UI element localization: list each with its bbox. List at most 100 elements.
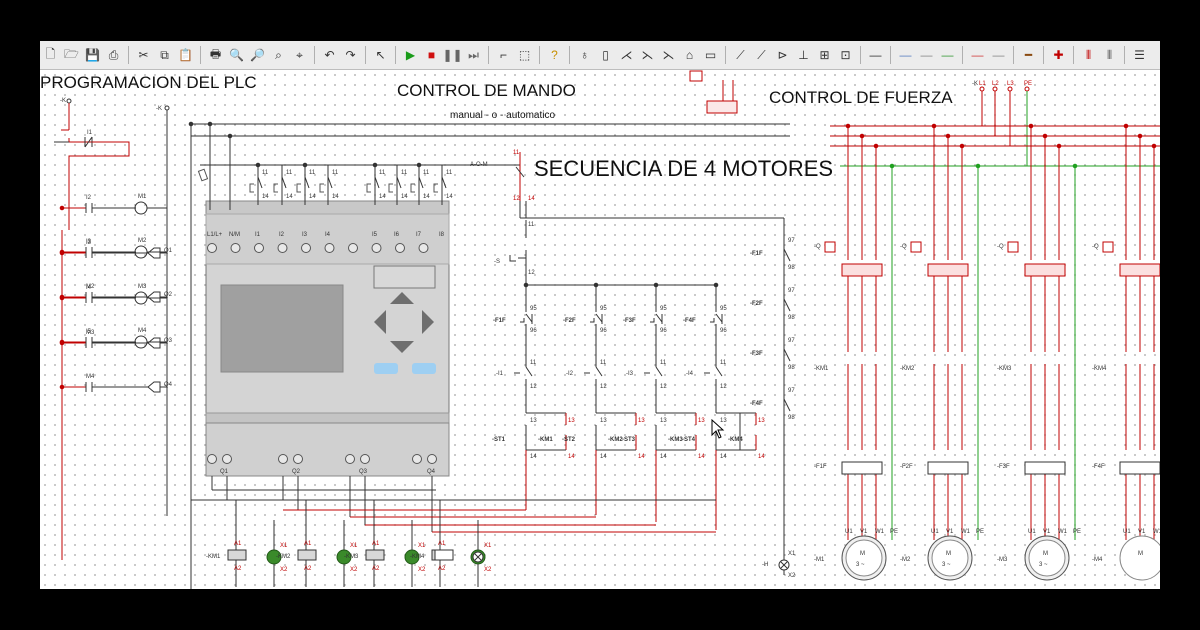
plc-output-block	[205, 422, 450, 477]
toolbar-separator	[725, 46, 726, 64]
help-icon[interactable]: ?	[545, 45, 564, 65]
breaker-block	[927, 263, 969, 277]
wire	[783, 398, 791, 412]
junction-dot	[255, 162, 261, 168]
plc-input-terminal	[324, 243, 335, 253]
pin-label: 13	[698, 418, 705, 424]
wire	[783, 298, 791, 312]
plc-input-terminal	[348, 243, 358, 253]
thermal-relay-block	[841, 461, 883, 475]
push-button-actuator	[433, 183, 438, 193]
junction-dot	[207, 121, 213, 127]
fuse-tool-icon[interactable]: ▯	[596, 45, 615, 65]
pin-label: 98	[788, 415, 795, 421]
ladder-coil-label: M4	[138, 328, 147, 334]
schematic-canvas[interactable]: -K -K I1 I2 M1 I3 Q1 I3 M2 M2 Q2 I4 M3 M3 Q3 I5 M4 M4 Q4 L1…	[40, 70, 1160, 589]
contact-no-tool-icon[interactable]: ⟋	[731, 45, 750, 65]
timer-tool-icon[interactable]: ⊡	[836, 45, 855, 65]
wire-gray3-icon[interactable]: —	[989, 45, 1008, 65]
new-file-icon[interactable]: 🗋	[41, 45, 60, 65]
power-control-title: CONTROL DE FUERZA	[769, 88, 953, 107]
copy-icon[interactable]: ⧉	[155, 45, 174, 65]
plc-input-terminal	[207, 243, 217, 253]
zoom-fit-icon[interactable]: ⌕	[269, 45, 288, 65]
pin-label: 12	[720, 384, 727, 390]
breaker-handle	[1007, 241, 1019, 253]
thermal-relay-label: -F4F	[1092, 464, 1105, 470]
node-icon[interactable]: ✚	[1049, 45, 1068, 65]
wire-gray2-icon[interactable]: —	[917, 45, 936, 65]
undo-icon[interactable]: ↶	[320, 45, 339, 65]
junction-tool-icon[interactable]: ⊥	[794, 45, 813, 65]
pause-icon[interactable]: ❚❚	[442, 45, 462, 65]
contact-nc2-tool-icon[interactable]: ⋋	[659, 45, 678, 65]
breaker-handle	[1102, 241, 1114, 253]
pin-label: 14	[758, 454, 765, 460]
wire-red-icon[interactable]: —	[968, 45, 987, 65]
wire-brown-icon[interactable]: ━	[1019, 45, 1038, 65]
relay-tool-icon[interactable]: ▭	[701, 45, 720, 65]
ladder-output-coil	[147, 337, 161, 349]
wire-green-icon[interactable]: —	[938, 45, 957, 65]
junction-dot	[959, 143, 965, 149]
junction-dot	[59, 205, 65, 211]
redo-icon[interactable]: ↷	[341, 45, 360, 65]
pin-label: 96	[600, 328, 607, 334]
play-icon[interactable]: ▶	[401, 45, 420, 65]
pin-label: X2	[788, 573, 796, 579]
open-folder-icon[interactable]: 🗁	[62, 45, 81, 65]
km-coil	[365, 549, 385, 561]
overload-actuator	[590, 318, 595, 323]
ladder-terminal	[66, 98, 72, 104]
motor-inner	[931, 539, 969, 577]
stop-label: -S	[494, 259, 500, 265]
manual-automatic-label: manual - o - automatico	[450, 110, 556, 121]
switch-tool-icon[interactable]: ⋌	[617, 45, 636, 65]
wire-gray-icon[interactable]: —	[866, 45, 885, 65]
pin-label: 98	[788, 315, 795, 321]
pin-label: 98	[788, 365, 795, 371]
toolbar-separator	[365, 46, 366, 64]
motor-inner	[1028, 539, 1066, 577]
resistor-tool-icon[interactable]: ⊞	[815, 45, 834, 65]
control-switch	[689, 70, 703, 82]
zoom-in-icon[interactable]: 🔍	[227, 45, 246, 65]
ladder-output-label: Q1	[164, 248, 173, 254]
junction-dot	[1151, 143, 1157, 149]
print-icon[interactable]: ⎙	[104, 45, 123, 65]
ladder-coil	[134, 335, 148, 349]
diode-tool-icon[interactable]: ⊳	[773, 45, 792, 65]
pointer-icon[interactable]: ↖	[371, 45, 390, 65]
plc-output-terminal	[412, 454, 422, 464]
save-icon[interactable]: 💾	[83, 45, 102, 65]
coil-tool-icon[interactable]: ⌂	[680, 45, 699, 65]
overload-label: -F2F	[750, 301, 763, 307]
thermal-relay-label: -F2F	[900, 464, 913, 470]
wire-icon[interactable]: ⌐	[494, 45, 513, 65]
two-phase-icon[interactable]: ⫴	[1100, 45, 1119, 65]
motor-terminal-label: U1	[931, 529, 939, 535]
contact-nc-tool-icon[interactable]: ⋋	[638, 45, 657, 65]
cut-icon[interactable]: ✂	[134, 45, 153, 65]
print-preview-icon[interactable]: 🖶	[206, 45, 225, 65]
toolbar-separator	[539, 46, 540, 64]
junction-dot	[59, 384, 65, 390]
paste-icon[interactable]: 📋	[176, 45, 195, 65]
select-area-icon[interactable]: ⬚	[515, 45, 534, 65]
zoom-window-icon[interactable]: ⌖	[290, 45, 309, 65]
wire-blue-icon[interactable]: —	[896, 45, 915, 65]
zoom-out-icon[interactable]: 🔎	[248, 45, 267, 65]
junction-dot	[59, 295, 65, 301]
menu-icon[interactable]: ☰	[1130, 45, 1149, 65]
plc-programming-title: PROGRAMACION DEL PLC	[40, 73, 257, 92]
contactor-label: -KM3	[997, 366, 1012, 372]
pin-label: 97	[788, 288, 795, 294]
three-phase-icon[interactable]: ⫴	[1079, 45, 1098, 65]
contact-tool-icon[interactable]: ⟋	[752, 45, 771, 65]
stop-icon[interactable]: ■	[422, 45, 441, 65]
lamp-tool-icon[interactable]: ♁	[575, 45, 594, 65]
pin-label: 13	[638, 418, 645, 424]
step-icon[interactable]: ⏭	[464, 45, 483, 65]
pin-label: 14	[638, 454, 645, 460]
pin-label: 14	[286, 194, 293, 200]
